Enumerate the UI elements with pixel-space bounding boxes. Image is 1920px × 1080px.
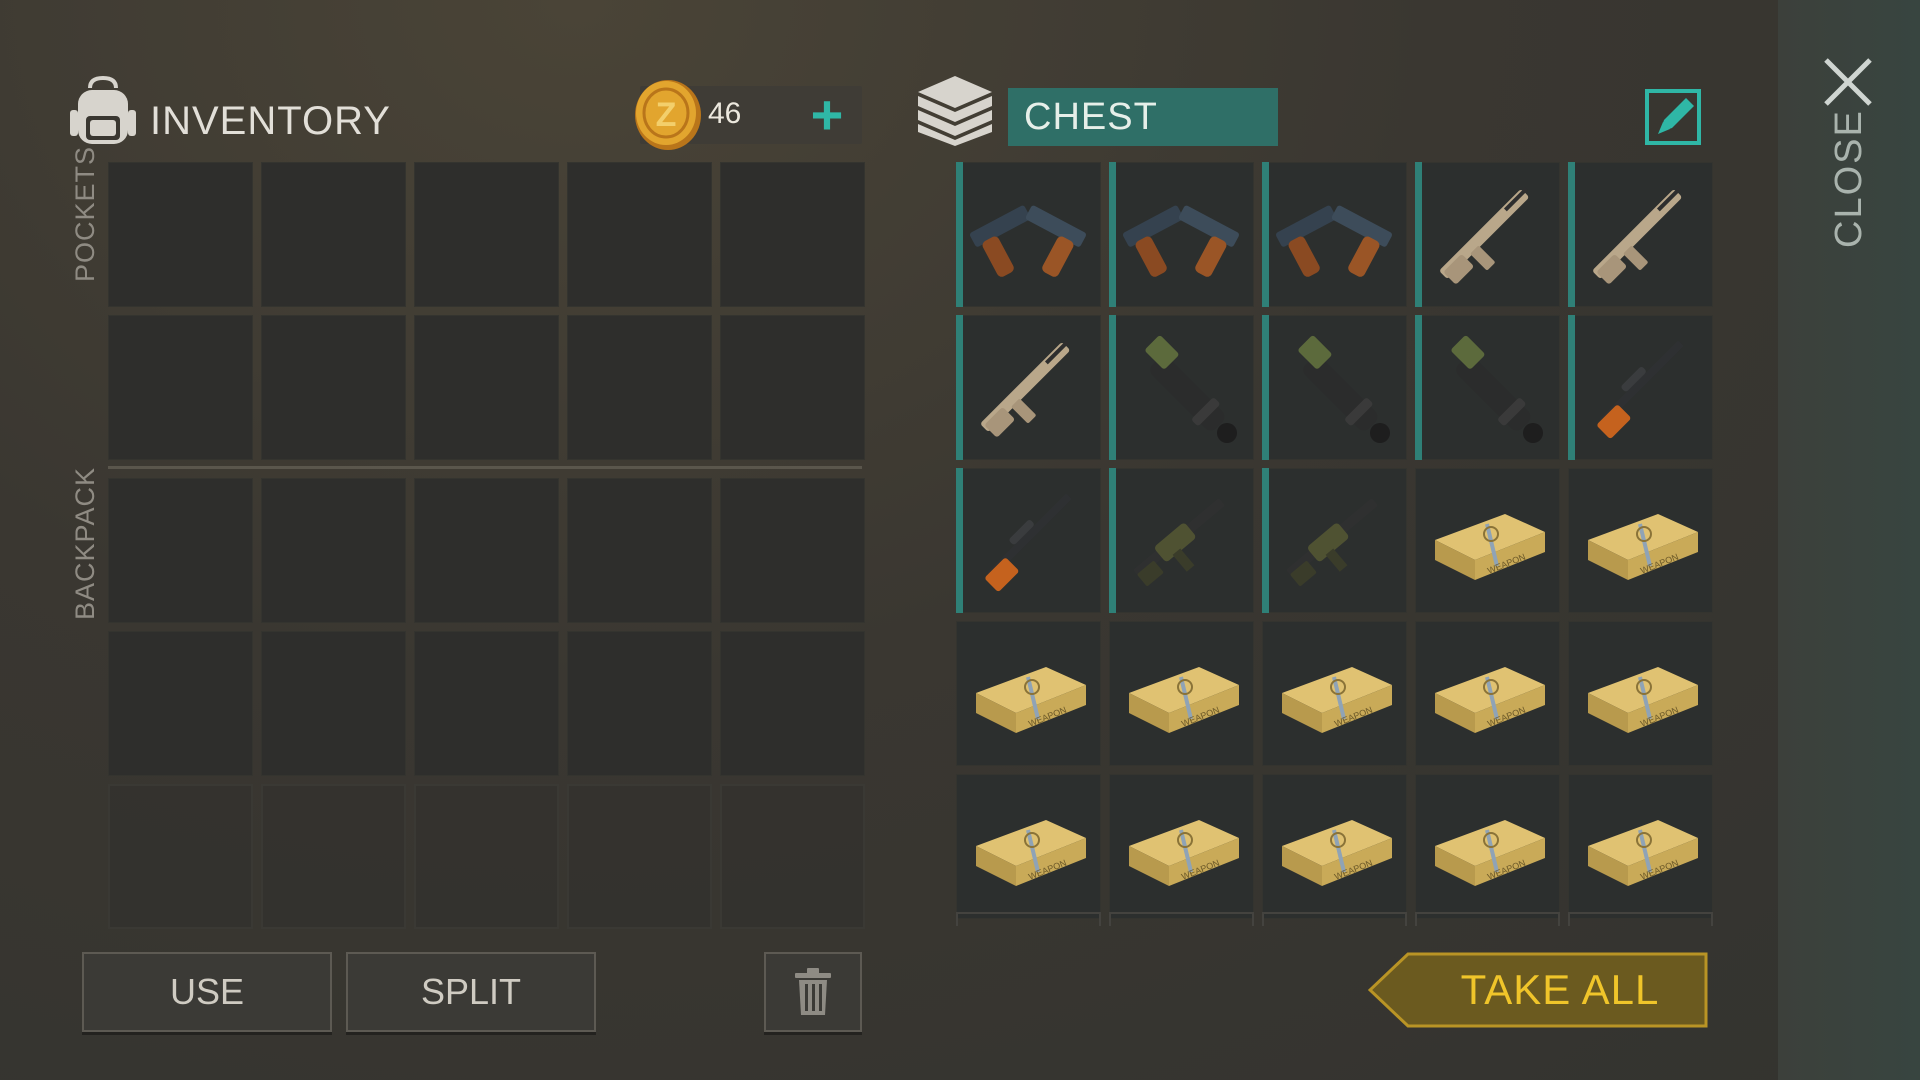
pocket-slot[interactable] [567,162,712,307]
locked-slot [108,784,253,929]
backpack-slot[interactable] [414,631,559,776]
pocket-slot[interactable] [414,162,559,307]
backpack-slot[interactable] [720,478,865,623]
chest-slot-weapon-crate[interactable]: WEAPON [1415,468,1560,613]
backpack-label: BACKPACK [70,466,100,620]
backpack-slot[interactable] [414,478,559,623]
trash-icon [795,968,831,1015]
backpack-icon [70,75,136,144]
chest-slot-weapon-crate[interactable]: WEAPON [1109,774,1254,919]
take-all-button[interactable]: TAKE ALL [1420,952,1700,1028]
chest-name-field[interactable]: CHEST [1008,88,1278,146]
section-divider [108,466,862,469]
close-label[interactable]: CLOSE [1828,109,1871,248]
chest-slot-assault-rifle[interactable] [956,315,1101,460]
chest-slot-weapon-crate[interactable]: WEAPON [956,621,1101,766]
coin-count: 46 [708,97,742,130]
chest-slot-sniper-rifle[interactable] [1568,315,1713,460]
chest-slot-weapon-crate[interactable]: WEAPON [1568,774,1713,919]
backpack-slot[interactable] [261,478,406,623]
backpack-slot[interactable] [567,478,712,623]
pocket-slot[interactable] [261,315,406,460]
chest-icon [918,76,992,146]
pockets-grid [108,162,865,460]
backpack-slot[interactable] [261,631,406,776]
chest-slot-weapon-crate[interactable]: WEAPON [1415,621,1560,766]
pocket-slot[interactable] [567,315,712,460]
chest-slot-weapon-crate[interactable]: WEAPON [1262,774,1407,919]
chest-slot-assault-rifle[interactable] [1568,162,1713,307]
backpack-grid [108,478,865,929]
chest-slot-grenade-launcher[interactable] [1262,315,1407,460]
backpack-slot[interactable] [108,631,253,776]
pocket-slot[interactable] [108,162,253,307]
chest-slot-sniper-rifle[interactable] [956,468,1101,613]
backpack-slot[interactable] [567,631,712,776]
chest-slot-weapon-crate[interactable]: WEAPON [1568,468,1713,613]
chest-slot-grenade-launcher[interactable] [1109,315,1254,460]
pocket-slot[interactable] [720,162,865,307]
locked-slot [567,784,712,929]
locked-slot [414,784,559,929]
chest-slot-weapon-crate[interactable]: WEAPON [1109,621,1254,766]
backpack-slot[interactable] [720,631,865,776]
chest-slot-weapon-crate[interactable]: WEAPON [956,774,1101,919]
chest-grid: WEAPON WEAPON WEAPON WEAPON WEAPON WEAPON WEAP… [956,162,1713,919]
chest-slot-dual-pistols[interactable] [1262,162,1407,307]
chest-slot-grenade-launcher[interactable] [1415,315,1560,460]
inventory-header: INVENTORY [68,72,391,152]
pocket-slot[interactable] [108,315,253,460]
pocket-slot[interactable] [261,162,406,307]
chest-slot-weapon-crate[interactable]: WEAPON [1262,621,1407,766]
pocket-slot[interactable] [720,315,865,460]
edit-icon[interactable] [1644,88,1702,146]
add-coins-button[interactable]: + [800,87,854,143]
coin-icon: Z [635,80,701,150]
backpack-slot[interactable] [108,478,253,623]
chest-slot-weapon-crate[interactable]: WEAPON [1568,621,1713,766]
inventory-title: INVENTORY [150,98,391,143]
locked-slot [261,784,406,929]
trash-button[interactable] [764,952,862,1032]
chest-slot-assault-rifle[interactable] [1415,162,1560,307]
chest-partial-row [956,912,1713,926]
locked-slot [720,784,865,929]
chest-title: CHEST [1024,95,1158,138]
split-button[interactable]: SPLIT [346,952,596,1032]
svg-text:Z: Z [656,96,677,134]
use-button[interactable]: USE [82,952,332,1032]
close-icon[interactable] [1822,56,1874,108]
chest-slot-dual-pistols[interactable] [956,162,1101,307]
pockets-label: POCKETS [70,145,100,282]
chest-slot-tactical-rifle[interactable] [1262,468,1407,613]
chest-slot-weapon-crate[interactable]: WEAPON [1415,774,1560,919]
chest-slot-dual-pistols[interactable] [1109,162,1254,307]
pocket-slot[interactable] [414,315,559,460]
chest-slot-tactical-rifle[interactable] [1109,468,1254,613]
